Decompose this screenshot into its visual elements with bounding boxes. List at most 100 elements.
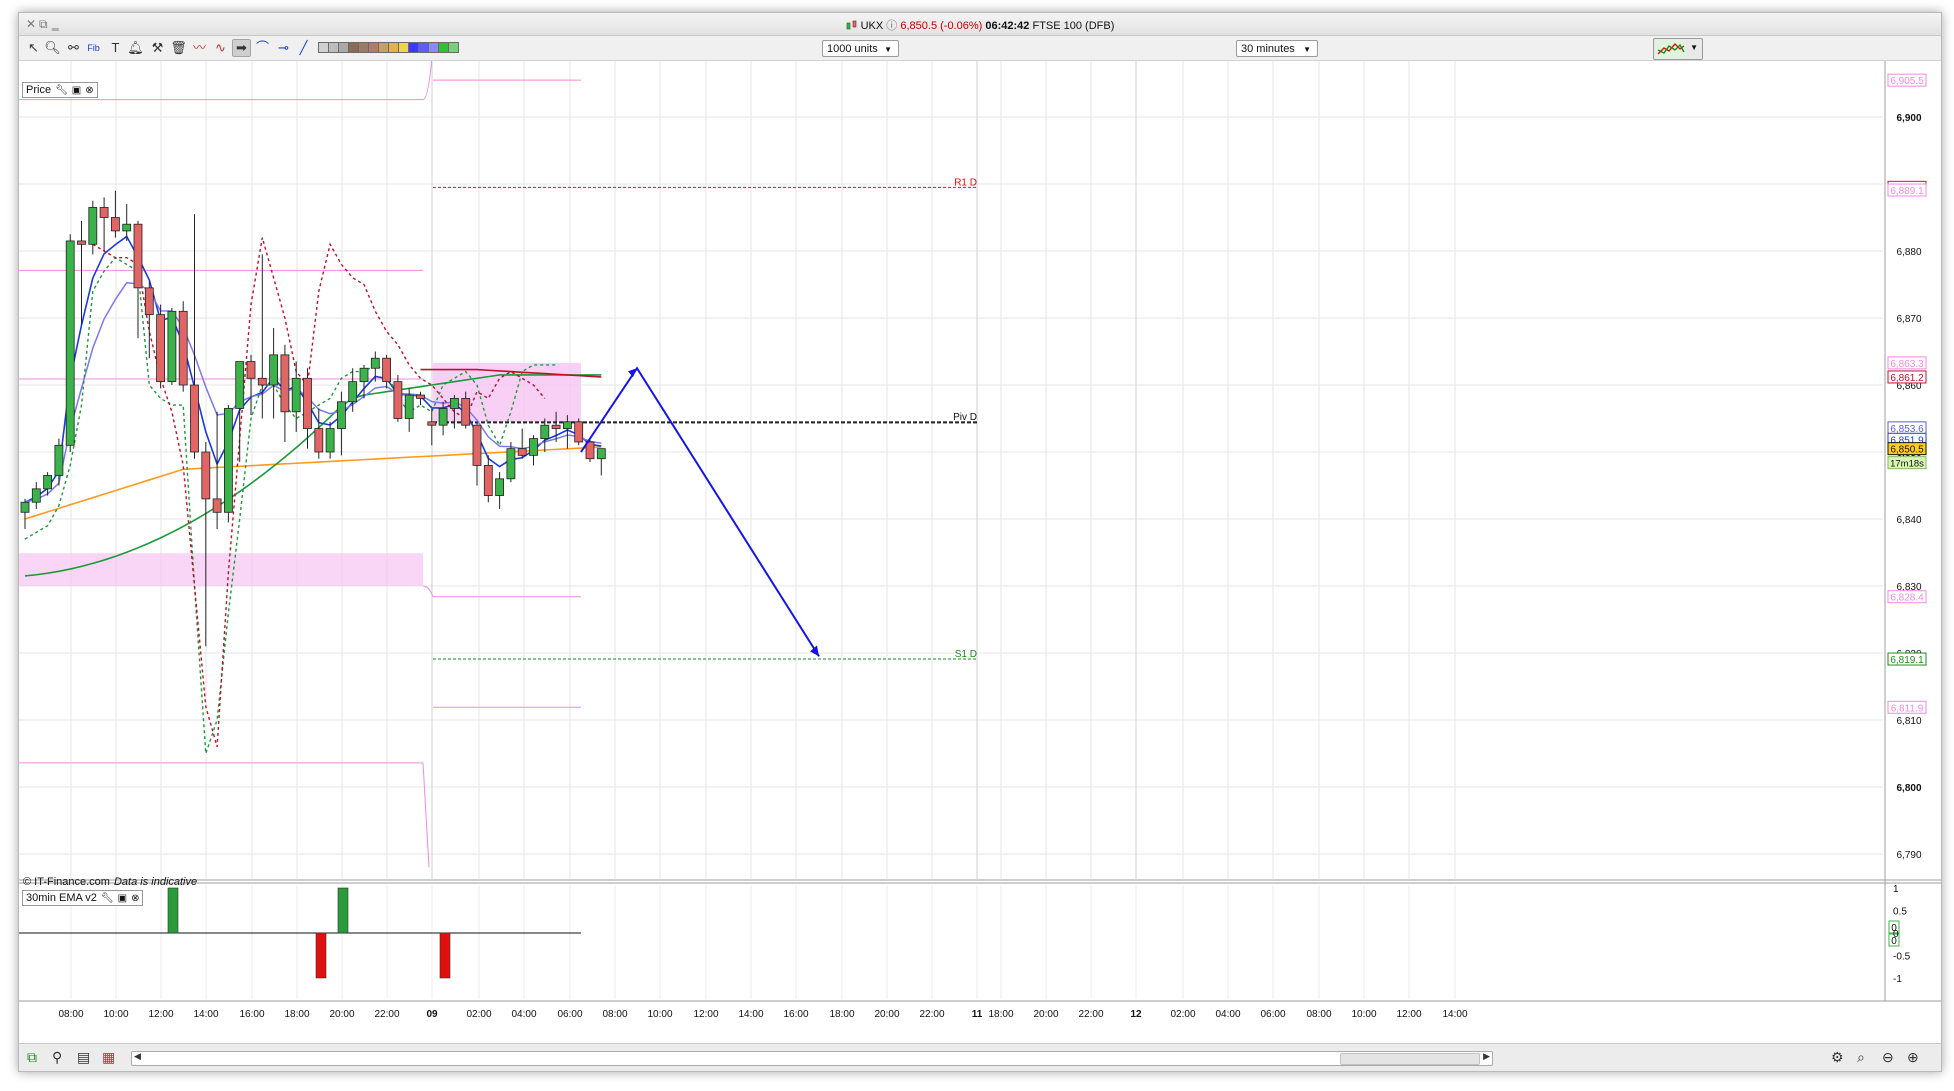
candle-body (438, 408, 448, 426)
price-label: 6,811.9 (1891, 703, 1924, 714)
title-name: FTSE 100 (DFB) (1032, 20, 1115, 32)
scroll-right-icon[interactable]: ▶ (1483, 1051, 1490, 1062)
channel-tool-icon[interactable]: ∿ (212, 40, 229, 56)
line-tool-icon[interactable]: ╱ (295, 40, 312, 56)
price-label: 6,819.1 (1890, 655, 1924, 666)
notes-icon[interactable]: ▤ (77, 1049, 90, 1065)
price-label: 6,828.4 (1890, 593, 1924, 604)
price-pane-label[interactable]: Price 🔧︎ ▣ ⊗ (22, 82, 98, 98)
wrench-icon[interactable]: 🔧︎ (101, 892, 114, 906)
zoom-tool-icon[interactable]: 🔍︎ (44, 40, 61, 56)
curve-tool-icon[interactable]: ⌒ (254, 40, 271, 56)
pivot-band (19, 553, 423, 586)
price-label: 6,905.5 (1890, 76, 1924, 87)
y-tick-label: 6,870 (1896, 314, 1921, 325)
x-tick-label: 14:00 (1442, 1009, 1467, 1020)
candle-body (348, 381, 358, 403)
close-icon[interactable]: ⊗ (85, 84, 93, 98)
scroll-left-icon[interactable]: ◀ (134, 1051, 141, 1062)
interval-select-value: 30 minutes (1241, 43, 1295, 55)
candle-body (529, 438, 538, 456)
title-bar: ✕ ⧉ ‗ UKX ⓘ 6,850.5 (-0.06%) 06:42:42 FT… (19, 13, 1941, 36)
info-icon[interactable]: ⓘ (886, 20, 897, 32)
zoom-area-icon[interactable]: ⌕ (1857, 1049, 1865, 1065)
interval-select[interactable]: 30 minutes ▼ (1236, 40, 1318, 57)
chart-type-button[interactable]: ▼ (1653, 38, 1703, 60)
countdown-timer: 17m18s (1890, 459, 1924, 470)
x-tick-label: 20:00 (874, 1009, 899, 1020)
candle-body (156, 314, 166, 383)
toolbar: ↖ 🔍︎ ⚯ Fib T 🔔︎ ⚒ 🗑︎ 〰 ∿ ➡ ⌒ ⊸ ╱ 1000 un… (19, 36, 1941, 61)
y-tick-label: 6,790 (1896, 850, 1921, 861)
chart-window: ✕ ⧉ ‗ UKX ⓘ 6,850.5 (-0.06%) 06:42:42 FT… (18, 12, 1942, 1072)
scrollbar-thumb[interactable] (1340, 1053, 1480, 1065)
pivot-level-label: Piv D (953, 412, 977, 423)
window-icon[interactable]: ▣ (72, 84, 81, 98)
color-swatch[interactable] (448, 42, 459, 53)
candle-body (506, 448, 516, 480)
candle-body (461, 397, 471, 426)
grid (19, 61, 1941, 1002)
window-title: UKX ⓘ 6,850.5 (-0.06%) 06:42:42 FTSE 100… (19, 17, 1941, 33)
candle-body (291, 377, 301, 413)
arrow-tool-icon[interactable]: ➡ (232, 39, 251, 57)
size-select[interactable]: 1000 units ▼ (822, 40, 899, 57)
x-tick-label: 16:00 (783, 1009, 808, 1020)
indicator-tool-icon[interactable]: ⚯ (65, 40, 82, 56)
window-icon[interactable]: ▣ (118, 892, 127, 906)
status-bar: ⧉ ⚲ ▤ ▦ ◀ ▶ ⚙︎ ⌕ ⊖ ⊕ (19, 1043, 1941, 1071)
x-tick-label: 08:00 (1306, 1009, 1331, 1020)
candle-body (303, 377, 312, 429)
chart-area[interactable]: R1 DPiv DS1 D 00 6,9106,9006,8906,8806,8… (19, 61, 1941, 1043)
pointer-tool-icon[interactable]: ↖ (25, 40, 42, 56)
delete-icon[interactable]: 🗑︎ (170, 40, 187, 56)
indicator-tick-label: 1 (1893, 884, 1899, 895)
y-tick-label: 6,880 (1896, 247, 1921, 258)
fit-chart-icon[interactable]: ⚙︎ (1831, 1049, 1844, 1065)
chevron-down-icon: ▼ (884, 45, 892, 54)
candle-body (212, 498, 222, 513)
candle-body (223, 408, 233, 513)
indicator-tick-label: -0.5 (1893, 952, 1911, 963)
candle-body (235, 361, 245, 409)
price-label: 6,850.5 (1890, 445, 1924, 456)
trend-tool-icon[interactable]: 〰 (191, 40, 208, 56)
pivot-level-label: R1 D (954, 177, 977, 188)
disclaimer-text: Data is indicative (113, 876, 198, 888)
y-tick-label: 6,900 (1896, 113, 1921, 124)
candle-body (88, 207, 98, 245)
candle-body (201, 451, 211, 500)
zoom-in-icon[interactable]: ⊕ (1907, 1049, 1919, 1065)
candle-body (472, 424, 482, 466)
horizontal-line-icon[interactable]: ⊸ (275, 40, 292, 56)
candle-body (574, 421, 584, 443)
wrench-icon[interactable]: 🔧︎ (55, 84, 68, 98)
alert-bell-icon[interactable]: 🔔︎ (127, 40, 144, 56)
copyright-text: © IT-Finance.com (23, 876, 110, 888)
candle-body (314, 428, 324, 453)
drawing-objects-icon[interactable]: ⚲ (52, 1049, 62, 1065)
horizontal-scrollbar[interactable]: ◀ ▶ (131, 1051, 1493, 1066)
candle-body (257, 377, 267, 386)
close-icon[interactable]: ⊗ (131, 892, 139, 906)
chart-settings-icon[interactable]: ⧉ (27, 1049, 37, 1065)
fibonacci-tool-icon[interactable]: Fib (85, 40, 102, 56)
x-tick-label: 12:00 (1396, 1009, 1421, 1020)
candle-body (563, 421, 572, 429)
text-tool-icon[interactable]: T (107, 40, 124, 56)
indicator-pane-label[interactable]: 30min EMA v2 🔧︎ ▣ ⊗ (22, 890, 144, 906)
indicator-tick-label: -1 (1893, 974, 1902, 985)
candle-body (133, 223, 143, 289)
tools-icon[interactable]: ⚒ (149, 40, 166, 56)
title-price-change: 6,850.5 (-0.06%) (900, 20, 983, 32)
candle-body (43, 475, 53, 490)
trade-ticket-icon[interactable]: ▦ (102, 1049, 115, 1065)
chart-type-icon (1656, 40, 1686, 58)
chevron-down-icon: ▼ (1690, 43, 1698, 52)
indicator-tick-label: 0 (1893, 929, 1899, 940)
zoom-out-icon[interactable]: ⊖ (1882, 1049, 1894, 1065)
indicator-bar-up (167, 887, 179, 934)
x-tick-label: 06:00 (557, 1009, 582, 1020)
candle-body (178, 310, 188, 386)
candle-body (370, 357, 380, 369)
